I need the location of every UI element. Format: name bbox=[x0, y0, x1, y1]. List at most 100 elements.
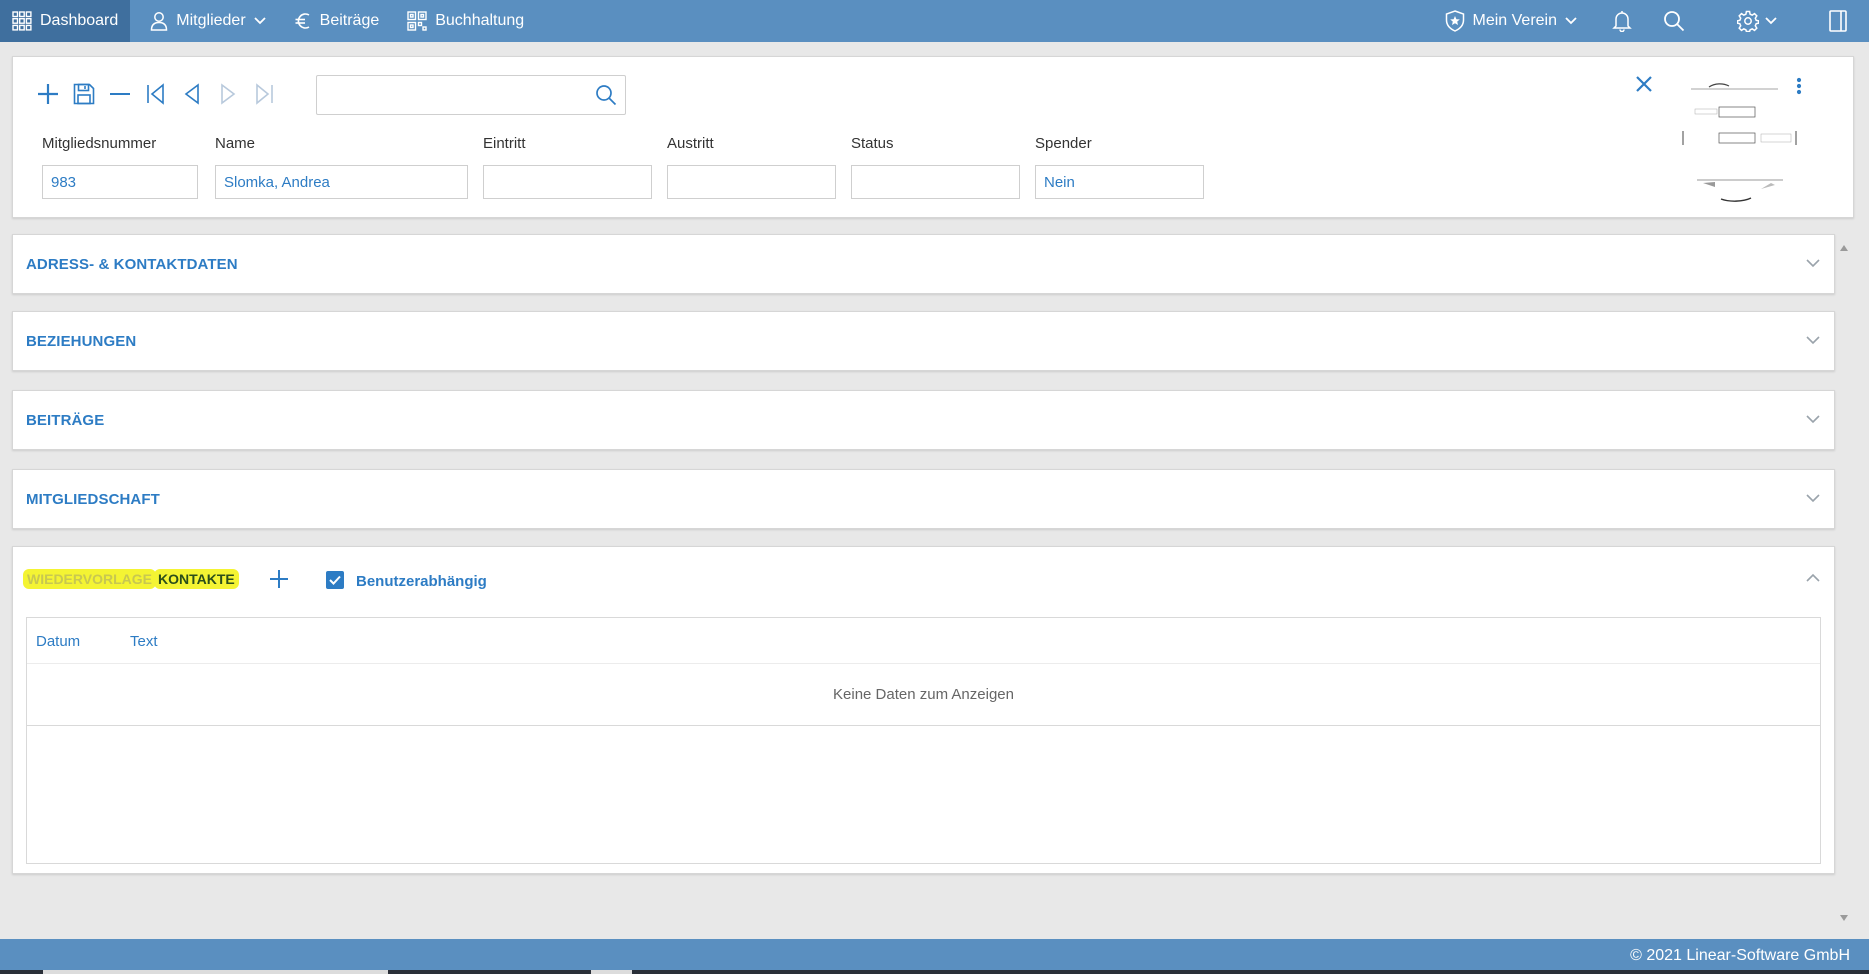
panel-icon bbox=[1829, 10, 1847, 32]
user-icon bbox=[151, 12, 168, 31]
section-address-title[interactable]: ADRESS- & KONTAKTDATEN bbox=[26, 256, 238, 273]
nav-right-group: Mein Verein bbox=[1433, 0, 1869, 42]
taskbar-segment bbox=[591, 970, 632, 974]
sidebar-toggle-button[interactable] bbox=[1813, 0, 1863, 42]
chevron-down-icon[interactable] bbox=[1806, 490, 1820, 508]
shield-star-icon bbox=[1445, 10, 1464, 32]
exit-date-input[interactable] bbox=[667, 165, 836, 199]
nav-dashboard[interactable]: Dashboard bbox=[0, 0, 131, 42]
nav-fees[interactable]: Beiträge bbox=[282, 0, 392, 42]
section-address[interactable]: ADRESS- & KONTAKTDATEN bbox=[12, 234, 1835, 294]
nav-members[interactable]: Mitglieder bbox=[138, 0, 277, 42]
tab-followup[interactable]: WIEDERVORLAGE bbox=[23, 569, 156, 589]
global-search-button[interactable] bbox=[1649, 0, 1699, 42]
member-number-label: Mitgliedsnummer bbox=[42, 135, 157, 152]
section-relations[interactable]: BEZIEHUNGEN bbox=[12, 311, 1835, 371]
nav-accounting[interactable]: Buchhaltung bbox=[395, 0, 536, 42]
user-dependent-label: Benutzerabhängig bbox=[356, 573, 487, 590]
triangle-left-icon bbox=[184, 83, 199, 105]
skip-first-icon bbox=[147, 83, 164, 105]
column-header-text[interactable]: Text bbox=[130, 633, 158, 650]
search-icon bbox=[1664, 11, 1685, 32]
donor-label: Spender bbox=[1035, 135, 1092, 152]
chevron-down-icon[interactable] bbox=[1806, 255, 1820, 273]
bell-icon bbox=[1612, 11, 1632, 32]
chevron-up-icon[interactable] bbox=[1806, 569, 1820, 587]
column-header-date[interactable]: Datum bbox=[36, 633, 80, 650]
nav-dashboard-label: Dashboard bbox=[40, 12, 119, 29]
footer: © 2021 Linear-Software GmbH bbox=[0, 939, 1869, 974]
nav-fees-label: Beiträge bbox=[319, 12, 380, 29]
section-fees[interactable]: BEITRÄGE bbox=[12, 390, 1835, 450]
chevron-down-icon bbox=[1765, 17, 1777, 25]
vertical-dots-icon bbox=[1796, 77, 1802, 95]
add-record-button[interactable] bbox=[35, 81, 61, 107]
last-record-button[interactable] bbox=[251, 81, 277, 107]
document-thumbnail bbox=[1682, 83, 1797, 202]
delete-record-button[interactable] bbox=[107, 81, 133, 107]
name-label: Name bbox=[215, 135, 256, 152]
grid-icon bbox=[12, 11, 32, 31]
close-button[interactable] bbox=[1635, 75, 1653, 98]
status-field: Status bbox=[851, 135, 1020, 199]
plus-icon bbox=[270, 570, 288, 588]
qr-grid-icon bbox=[407, 11, 427, 31]
status-label: Status bbox=[851, 135, 894, 152]
exit-date-label: Austritt bbox=[667, 135, 714, 152]
settings-button[interactable] bbox=[1721, 0, 1793, 42]
notifications-button[interactable] bbox=[1597, 0, 1647, 42]
triangle-up-icon bbox=[1840, 245, 1848, 251]
add-entry-button[interactable] bbox=[269, 569, 289, 594]
member-header-panel: Mitgliedsnummer Name Eintritt Austritt S… bbox=[12, 56, 1854, 218]
floppy-disk-icon bbox=[73, 83, 95, 105]
plus-icon bbox=[38, 84, 58, 104]
skip-last-icon bbox=[256, 83, 273, 105]
chevron-down-icon[interactable] bbox=[1806, 411, 1820, 429]
next-record-button[interactable] bbox=[215, 81, 241, 107]
more-options-button[interactable] bbox=[1796, 77, 1802, 100]
status-input[interactable] bbox=[851, 165, 1020, 199]
taskbar-segment bbox=[43, 970, 388, 974]
section-followup-contacts: WIEDERVORLAGE KONTAKTE Benutzerabhängig … bbox=[12, 546, 1835, 874]
triangle-right-icon bbox=[221, 83, 236, 105]
euro-icon bbox=[295, 13, 310, 29]
chevron-down-icon bbox=[1565, 17, 1577, 25]
nav-club-label: Mein Verein bbox=[1472, 12, 1558, 29]
chevron-down-icon bbox=[254, 17, 266, 25]
scroll-down-button[interactable] bbox=[1840, 908, 1848, 926]
entry-date-label: Eintritt bbox=[483, 135, 526, 152]
donor-field: Spender bbox=[1035, 135, 1204, 199]
section-relations-title[interactable]: BEZIEHUNGEN bbox=[26, 333, 136, 350]
section-membership-title[interactable]: MITGLIEDSCHAFT bbox=[26, 491, 160, 508]
empty-table-message: Keine Daten zum Anzeigen bbox=[27, 664, 1820, 726]
member-number-field: Mitgliedsnummer bbox=[42, 135, 198, 199]
nav-accounting-label: Buchhaltung bbox=[435, 12, 525, 29]
save-record-button[interactable] bbox=[71, 81, 97, 107]
tab-contacts[interactable]: KONTAKTE bbox=[154, 569, 239, 589]
name-field: Name bbox=[215, 135, 468, 199]
name-input[interactable] bbox=[215, 165, 468, 199]
taskbar-strip bbox=[0, 970, 1869, 974]
top-navigation: Dashboard Mitglieder Beiträge Buchhaltun… bbox=[0, 0, 1869, 42]
nav-club[interactable]: Mein Verein bbox=[1433, 0, 1590, 42]
record-search bbox=[316, 75, 626, 115]
donor-input[interactable] bbox=[1035, 165, 1204, 199]
member-number-input[interactable] bbox=[42, 165, 198, 199]
gear-icon bbox=[1737, 10, 1759, 32]
search-icon[interactable] bbox=[595, 84, 617, 111]
entry-date-input[interactable] bbox=[483, 165, 652, 199]
scroll-up-button[interactable] bbox=[1840, 238, 1848, 256]
previous-record-button[interactable] bbox=[179, 81, 205, 107]
minus-icon bbox=[110, 93, 130, 95]
copyright-text: © 2021 Linear-Software GmbH bbox=[1630, 947, 1850, 964]
record-search-input[interactable] bbox=[317, 76, 577, 114]
exit-date-field: Austritt bbox=[667, 135, 836, 199]
triangle-down-icon bbox=[1840, 915, 1848, 921]
user-dependent-checkbox[interactable] bbox=[326, 571, 344, 589]
chevron-down-icon[interactable] bbox=[1806, 332, 1820, 350]
first-record-button[interactable] bbox=[143, 81, 169, 107]
table-header: Datum Text bbox=[27, 618, 1820, 664]
section-fees-title[interactable]: BEITRÄGE bbox=[26, 412, 104, 429]
nav-members-label: Mitglieder bbox=[176, 12, 246, 29]
section-membership[interactable]: MITGLIEDSCHAFT bbox=[12, 469, 1835, 529]
